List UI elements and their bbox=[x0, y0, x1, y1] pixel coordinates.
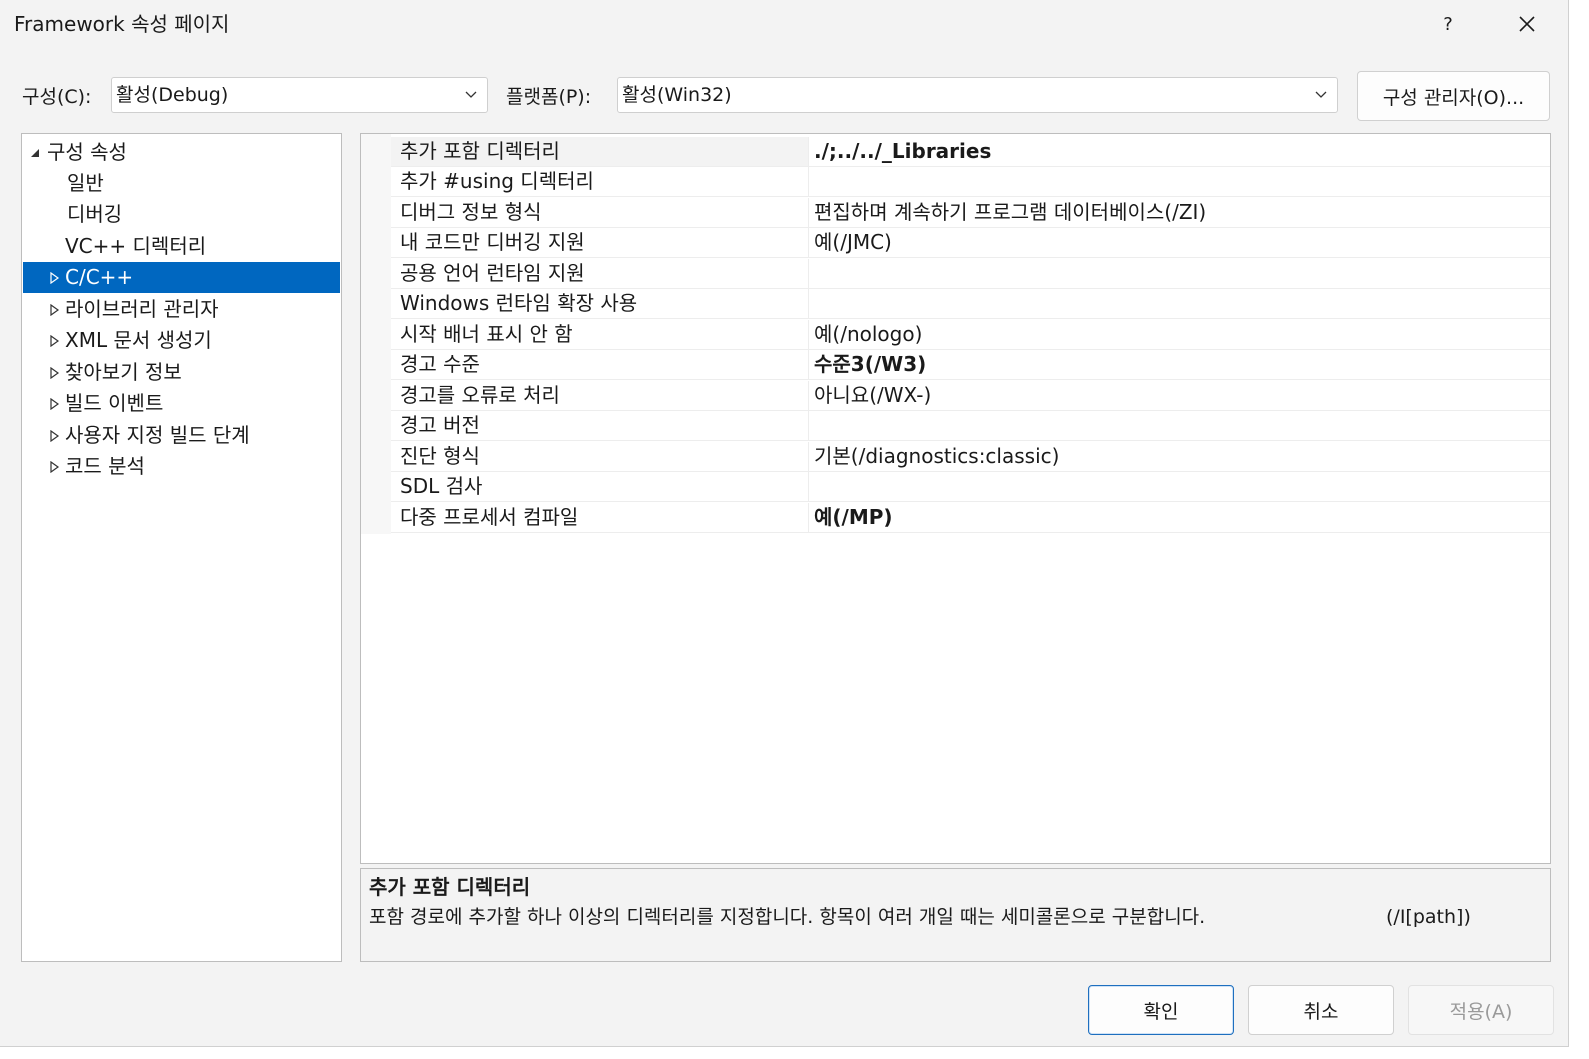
tree-item-label: 빌드 이벤트 bbox=[65, 391, 164, 415]
property-row[interactable]: 추가 포함 디렉터리 ./;../../_Libraries bbox=[391, 137, 1550, 167]
property-row[interactable]: 추가 #using 디렉터리 bbox=[391, 167, 1550, 197]
grid-gutter bbox=[361, 134, 391, 534]
collapsed-arrow-icon[interactable] bbox=[48, 398, 60, 410]
tree-item-custom-build-step[interactable]: 사용자 지정 빌드 단계 bbox=[23, 420, 340, 451]
platform-dropdown[interactable]: 활성(Win32) bbox=[617, 77, 1338, 113]
ok-button[interactable]: 확인 bbox=[1088, 985, 1234, 1035]
property-grid: 추가 포함 디렉터리 ./;../../_Libraries 추가 #using… bbox=[360, 133, 1551, 864]
tree-item-label: C/C++ bbox=[65, 265, 134, 289]
help-button[interactable]: ? bbox=[1426, 6, 1470, 42]
chevron-down-icon bbox=[465, 91, 477, 98]
property-value[interactable]: ./;../../_Libraries bbox=[814, 137, 991, 166]
property-name: 다중 프로세서 컴파일 bbox=[391, 503, 809, 532]
category-tree: 구성 속성 일반 디버깅 VC++ 디렉터리 C/C++ 라이브러리 관리자 X… bbox=[21, 133, 342, 962]
description-panel: 추가 포함 디렉터리 포함 경로에 추가할 하나 이상의 디렉터리를 지정합니다… bbox=[360, 868, 1551, 962]
property-name: 내 코드만 디버깅 지원 bbox=[391, 228, 809, 257]
tree-item-xml-doc-generator[interactable]: XML 문서 생성기 bbox=[23, 325, 340, 356]
collapsed-arrow-icon[interactable] bbox=[48, 335, 60, 347]
property-row[interactable]: 경고 버전 bbox=[391, 411, 1550, 441]
property-value[interactable]: 예(/JMC) bbox=[814, 228, 892, 257]
property-row[interactable]: SDL 검사 bbox=[391, 472, 1550, 502]
tree-item-label: 구성 속성 bbox=[47, 140, 127, 164]
property-value[interactable]: 수준3(/W3) bbox=[814, 350, 926, 379]
property-name: 시작 배너 표시 안 함 bbox=[391, 320, 809, 349]
property-value[interactable]: 편집하며 계속하기 프로그램 데이터베이스(/ZI) bbox=[814, 198, 1206, 227]
description-switch: (/I[path]) bbox=[1386, 906, 1471, 928]
property-name: 경고 수준 bbox=[391, 350, 809, 379]
config-manager-button[interactable]: 구성 관리자(O)... bbox=[1357, 71, 1550, 121]
tree-item-label: 라이브러리 관리자 bbox=[65, 297, 219, 321]
property-name: 디버그 정보 형식 bbox=[391, 198, 809, 227]
property-value[interactable]: 아니요(/WX-) bbox=[814, 381, 931, 410]
collapsed-arrow-icon[interactable] bbox=[48, 367, 60, 379]
tree-item-vc-directories[interactable]: VC++ 디렉터리 bbox=[23, 231, 340, 262]
collapsed-arrow-icon[interactable] bbox=[48, 304, 60, 316]
tree-item-label: 일반 bbox=[67, 171, 104, 195]
property-row[interactable]: Windows 런타임 확장 사용 bbox=[391, 289, 1550, 319]
property-row[interactable]: 경고 수준 수준3(/W3) bbox=[391, 350, 1550, 380]
tree-item-browse-info[interactable]: 찾아보기 정보 bbox=[23, 357, 340, 388]
property-value[interactable]: 기본(/diagnostics:classic) bbox=[814, 442, 1059, 471]
property-name: 경고를 오류로 처리 bbox=[391, 381, 809, 410]
property-name: Windows 런타임 확장 사용 bbox=[391, 289, 809, 318]
collapsed-arrow-icon[interactable] bbox=[48, 272, 60, 284]
description-text: 포함 경로에 추가할 하나 이상의 디렉터리를 지정합니다. 항목이 여러 개일… bbox=[369, 906, 1206, 928]
collapsed-arrow-icon[interactable] bbox=[48, 461, 60, 473]
property-row[interactable]: 진단 형식 기본(/diagnostics:classic) bbox=[391, 442, 1550, 472]
tree-item-label: 디버깅 bbox=[67, 202, 123, 226]
tree-item-label: VC++ 디렉터리 bbox=[65, 234, 207, 258]
property-row[interactable]: 시작 배너 표시 안 함 예(/nologo) bbox=[391, 320, 1550, 350]
tree-item-general[interactable]: 일반 bbox=[23, 168, 340, 199]
tree-item-librarian[interactable]: 라이브러리 관리자 bbox=[23, 294, 340, 325]
config-label: 구성(C): bbox=[22, 86, 92, 108]
property-name: 추가 #using 디렉터리 bbox=[391, 167, 809, 196]
collapsed-arrow-icon[interactable] bbox=[48, 430, 60, 442]
property-name: 공용 언어 런타임 지원 bbox=[391, 259, 809, 288]
close-icon bbox=[1519, 16, 1535, 32]
window-title: Framework 속성 페이지 bbox=[14, 12, 230, 36]
tree-item-cpp[interactable]: C/C++ bbox=[23, 262, 340, 293]
property-name: 추가 포함 디렉터리 bbox=[391, 137, 809, 166]
property-row[interactable]: 내 코드만 디버깅 지원 예(/JMC) bbox=[391, 228, 1550, 258]
property-pages-dialog: Framework 속성 페이지 ? 구성(C): 활성(Debug) 플랫폼(… bbox=[0, 0, 1569, 1047]
chevron-down-icon bbox=[1315, 91, 1327, 98]
config-value: 활성(Debug) bbox=[116, 84, 229, 106]
tree-item-code-analysis[interactable]: 코드 분석 bbox=[23, 451, 340, 482]
platform-label: 플랫폼(P): bbox=[506, 86, 592, 108]
tree-item-build-events[interactable]: 빌드 이벤트 bbox=[23, 388, 340, 419]
tree-item-label: 코드 분석 bbox=[65, 454, 145, 478]
platform-value: 활성(Win32) bbox=[622, 84, 732, 106]
expanded-arrow-icon[interactable] bbox=[29, 147, 41, 159]
tree-item-debugging[interactable]: 디버깅 bbox=[23, 199, 340, 230]
property-row[interactable]: 공용 언어 런타임 지원 bbox=[391, 259, 1550, 289]
property-name: 경고 버전 bbox=[391, 411, 809, 440]
tree-item-label: 찾아보기 정보 bbox=[65, 360, 182, 384]
close-button[interactable] bbox=[1505, 6, 1549, 42]
config-dropdown[interactable]: 활성(Debug) bbox=[111, 77, 488, 113]
property-row[interactable]: 다중 프로세서 컴파일 예(/MP) bbox=[391, 503, 1550, 533]
cancel-button[interactable]: 취소 bbox=[1248, 985, 1394, 1035]
property-value[interactable]: 예(/nologo) bbox=[814, 320, 922, 349]
property-name: 진단 형식 bbox=[391, 442, 809, 471]
apply-button[interactable]: 적용(A) bbox=[1408, 985, 1554, 1035]
property-row[interactable]: 경고를 오류로 처리 아니요(/WX-) bbox=[391, 381, 1550, 411]
description-title: 추가 포함 디렉터리 bbox=[369, 875, 531, 899]
tree-item-config-properties[interactable]: 구성 속성 bbox=[23, 137, 340, 168]
property-name: SDL 검사 bbox=[391, 472, 809, 501]
title-bar: Framework 속성 페이지 ? bbox=[0, 0, 1568, 50]
property-row[interactable]: 디버그 정보 형식 편집하며 계속하기 프로그램 데이터베이스(/ZI) bbox=[391, 198, 1550, 228]
tree-item-label: 사용자 지정 빌드 단계 bbox=[65, 423, 250, 447]
property-value[interactable]: 예(/MP) bbox=[814, 503, 893, 532]
tree-item-label: XML 문서 생성기 bbox=[65, 328, 212, 352]
